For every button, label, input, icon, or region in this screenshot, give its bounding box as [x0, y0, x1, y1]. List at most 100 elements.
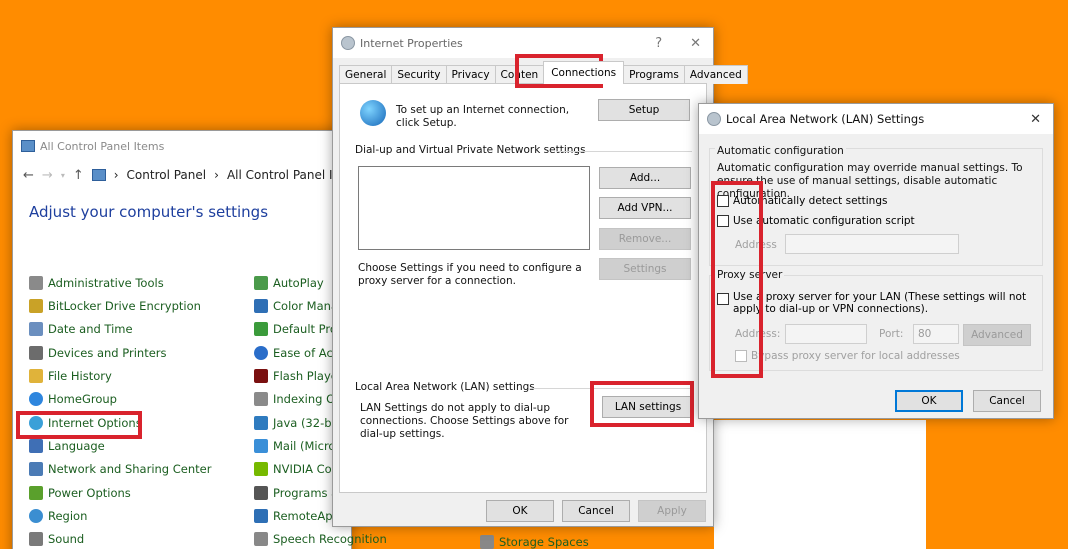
forward-arrow-icon[interactable]: → [42, 168, 53, 183]
storage-icon [480, 535, 494, 549]
lan-close-icon[interactable]: ✕ [1030, 112, 1041, 127]
recent-dropdown-icon[interactable]: ▾ [61, 171, 65, 180]
auto-detect-box[interactable] [717, 195, 729, 207]
control-panel-title: All Control Panel Items [40, 139, 165, 153]
item-indexing-options[interactable]: Indexing Op [254, 392, 342, 406]
connections-listbox[interactable] [358, 166, 590, 250]
dialup-divider [556, 151, 692, 152]
tab-advanced[interactable]: Advanced [683, 65, 748, 84]
item-language[interactable]: Language [29, 439, 105, 453]
internet-options-icon [29, 416, 43, 430]
auto-script-checkbox[interactable]: Use automatic configuration script [717, 215, 915, 227]
proxy-note: Choose Settings if you need to configure… [358, 262, 582, 287]
lan-settings-titlebar: Local Area Network (LAN) Settings ✕ [699, 104, 1053, 134]
up-arrow-icon[interactable]: ↑ [73, 168, 84, 183]
breadcrumb-all-items[interactable]: All Control Panel It [227, 168, 337, 182]
item-region[interactable]: Region [29, 509, 87, 523]
programs-icon [254, 486, 268, 500]
item-storage-spaces[interactable]: Storage Spaces [480, 535, 589, 549]
lan-settings-button[interactable]: LAN settings [602, 396, 694, 418]
proxy-server-header: Proxy server [715, 269, 785, 282]
tab-strip: General Security Privacy Conten Connecti… [333, 58, 748, 84]
lan-header: Local Area Network (LAN) settings [355, 381, 535, 393]
indexing-icon [254, 392, 268, 406]
tab-general[interactable]: General [339, 65, 393, 84]
bypass-local-box[interactable] [735, 350, 747, 362]
bitlocker-icon [29, 299, 43, 313]
auto-script-address-label: Address [735, 239, 777, 251]
settings-button[interactable]: Settings [599, 258, 691, 280]
item-internet-options[interactable]: Internet Options [29, 416, 142, 430]
item-speech-recognition[interactable]: Speech Recognition [254, 532, 387, 546]
internet-globe-icon [341, 36, 355, 50]
tab-security[interactable]: Security [391, 65, 447, 84]
lan-ok-button[interactable]: OK [895, 390, 963, 412]
advanced-button[interactable]: Advanced [963, 324, 1031, 346]
item-power-options[interactable]: Power Options [29, 486, 131, 500]
item-nvidia[interactable]: NVIDIA Con [254, 462, 339, 476]
add-button[interactable]: Add... [599, 167, 691, 189]
item-file-history[interactable]: File History [29, 369, 112, 383]
tab-privacy[interactable]: Privacy [445, 65, 496, 84]
ip-ok-button[interactable]: OK [486, 500, 554, 522]
page-heading: Adjust your computer's settings [29, 203, 269, 221]
lan-settings-title: Local Area Network (LAN) Settings [726, 112, 925, 126]
internet-properties-dialog: Internet Properties ? ✕ General Security… [332, 27, 748, 527]
tab-content[interactable]: Conten [494, 65, 545, 84]
item-mail[interactable]: Mail (Micros [254, 439, 341, 453]
homegroup-icon [29, 392, 43, 406]
item-java[interactable]: Java (32-bit) [254, 416, 344, 430]
proxy-port-field[interactable]: 80 [913, 324, 959, 344]
item-flash-player[interactable]: Flash Player [254, 369, 343, 383]
item-homegroup[interactable]: HomeGroup [29, 392, 117, 406]
setup-text: To set up an Internet connection, click … [396, 104, 570, 129]
help-icon[interactable]: ? [655, 36, 662, 51]
breadcrumb-control-panel[interactable]: Control Panel [127, 168, 207, 182]
bypass-local-checkbox[interactable]: Bypass proxy server for local addresses [735, 350, 960, 362]
item-sound[interactable]: Sound [29, 532, 84, 546]
connections-panel: To set up an Internet connection, click … [339, 83, 707, 493]
control-panel-icon [21, 140, 35, 152]
item-autoplay[interactable]: AutoPlay [254, 276, 324, 290]
item-programs[interactable]: Programs ar [254, 486, 343, 500]
item-administrative-tools[interactable]: Administrative Tools [29, 276, 164, 290]
lan-cancel-button[interactable]: Cancel [973, 390, 1041, 412]
ip-cancel-button[interactable]: Cancel [562, 500, 630, 522]
tab-connections[interactable]: Connections [543, 61, 625, 84]
item-devices-printers[interactable]: Devices and Printers [29, 346, 167, 360]
auto-script-box[interactable] [717, 215, 729, 227]
back-arrow-icon[interactable]: ← [23, 168, 34, 183]
auto-script-address-field[interactable] [785, 234, 959, 254]
close-icon[interactable]: ✕ [690, 36, 701, 51]
ip-apply-button[interactable]: Apply [638, 500, 706, 522]
power-icon [29, 486, 43, 500]
breadcrumb-separator-icon: › [214, 168, 219, 182]
item-remoteapp[interactable]: RemoteApp [254, 509, 340, 523]
file-history-icon [29, 369, 43, 383]
item-bitlocker[interactable]: BitLocker Drive Encryption [29, 299, 201, 313]
internet-properties-titlebar: Internet Properties ? ✕ [333, 28, 713, 58]
auto-detect-checkbox[interactable]: Automatically detect settings [717, 195, 887, 207]
lan-note: LAN Settings do not apply to dial-up con… [360, 402, 569, 440]
remove-button[interactable]: Remove... [599, 228, 691, 250]
setup-button[interactable]: Setup [598, 99, 690, 121]
remoteapp-icon [254, 509, 268, 523]
proxy-address-field[interactable] [785, 324, 867, 344]
lan-globe-icon [707, 112, 721, 126]
item-default-programs[interactable]: Default Prog [254, 322, 344, 336]
flash-icon [254, 369, 268, 383]
control-panel-small-icon [91, 169, 106, 181]
item-network-sharing[interactable]: Network and Sharing Center [29, 462, 211, 476]
add-vpn-button[interactable]: Add VPN... [599, 197, 691, 219]
clock-icon [29, 322, 43, 336]
mail-icon [254, 439, 268, 453]
use-proxy-box[interactable] [717, 293, 729, 305]
lan-settings-dialog: Local Area Network (LAN) Settings ✕ Auto… [698, 103, 1054, 419]
control-panel-extension [714, 420, 926, 549]
use-proxy-checkbox[interactable]: Use a proxy server for your LAN (These s… [717, 291, 1033, 315]
item-color-management[interactable]: Color Mana [254, 299, 338, 313]
item-date-time[interactable]: Date and Time [29, 322, 133, 336]
breadcrumb-separator-icon: › [113, 168, 119, 182]
proxy-address-label: Address: [735, 328, 781, 340]
tab-programs[interactable]: Programs [623, 65, 685, 84]
